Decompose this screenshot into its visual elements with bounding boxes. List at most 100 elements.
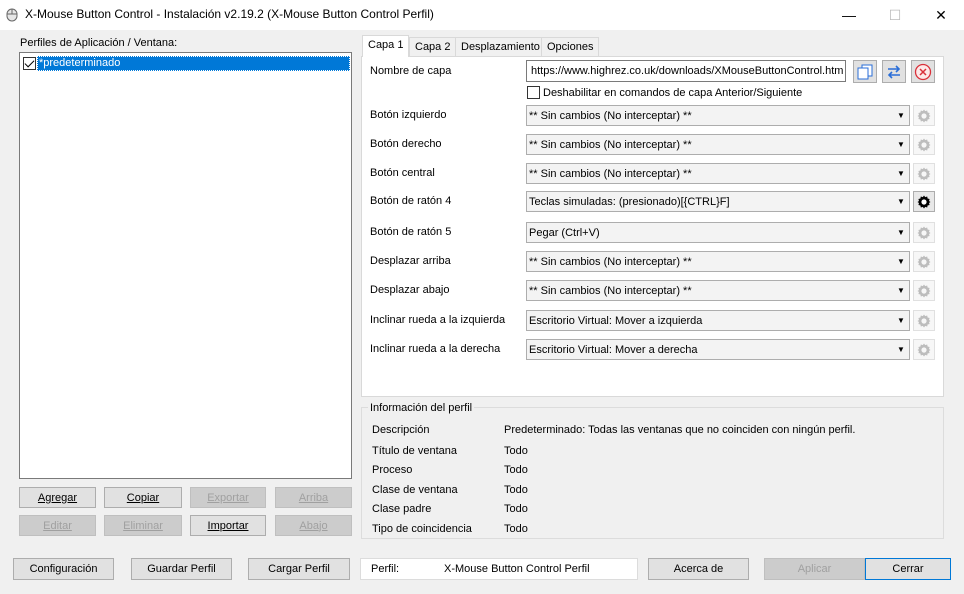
settings-gear-button[interactable] bbox=[913, 222, 935, 243]
cerrar-label: Cerrar bbox=[892, 563, 924, 575]
layer-name-input[interactable]: https://www.highrez.co.uk/downloads/XMou… bbox=[526, 60, 846, 82]
action-dropdown-value: Pegar (Ctrl+V) bbox=[529, 226, 600, 239]
action-dropdown[interactable]: ** Sin cambios (No interceptar) ** ▼ bbox=[526, 134, 910, 155]
aplicar-label: Aplicar bbox=[797, 563, 832, 575]
minimize-icon: — bbox=[842, 7, 856, 23]
chevron-down-icon: ▼ bbox=[897, 169, 905, 178]
window-title: X-Mouse Button Control - Instalación v2.… bbox=[25, 7, 434, 21]
agregar-button[interactable]: Agregar bbox=[19, 487, 96, 508]
tab-capa-2[interactable]: Capa 2 bbox=[409, 37, 457, 56]
settings-gear-button[interactable] bbox=[913, 339, 935, 360]
guardar-perfil-button[interactable]: Guardar Perfil bbox=[131, 558, 232, 580]
agregar-label: Agregar bbox=[37, 491, 78, 504]
row-label: Inclinar rueda a la izquierda bbox=[370, 314, 506, 326]
importar-label: Importar bbox=[207, 519, 249, 532]
disable-layer-commands-label: Deshabilitar en comandos de capa Anterio… bbox=[543, 86, 803, 99]
maximize-button: ☐ bbox=[872, 0, 918, 30]
settings-gear-button[interactable] bbox=[913, 251, 935, 272]
exportar-button[interactable]: Exportar bbox=[190, 487, 266, 508]
profile-checkbox[interactable] bbox=[23, 56, 36, 70]
tab-capa-1[interactable]: Capa 1 bbox=[362, 35, 410, 57]
chevron-down-icon: ▼ bbox=[897, 228, 905, 237]
swap-layers-button[interactable] bbox=[882, 60, 906, 83]
settings-gear-button[interactable] bbox=[913, 134, 935, 155]
action-dropdown[interactable]: Escritorio Virtual: Mover a derecha ▼ bbox=[526, 339, 910, 360]
info-label: Clase de ventana bbox=[372, 484, 458, 496]
action-dropdown-value: ** Sin cambios (No interceptar) ** bbox=[529, 138, 692, 151]
chevron-down-icon: ▼ bbox=[897, 111, 905, 120]
profile-label: *predeterminado bbox=[37, 55, 350, 71]
action-dropdown[interactable]: ** Sin cambios (No interceptar) ** ▼ bbox=[526, 280, 910, 301]
close-icon: ✕ bbox=[935, 6, 947, 23]
eliminar-button[interactable]: Eliminar bbox=[104, 515, 182, 536]
settings-gear-button[interactable] bbox=[913, 191, 935, 212]
gear-icon bbox=[916, 137, 932, 153]
gear-icon bbox=[916, 342, 932, 358]
settings-gear-button[interactable] bbox=[913, 163, 935, 184]
info-value: Todo bbox=[504, 523, 528, 535]
chevron-down-icon: ▼ bbox=[897, 257, 905, 266]
editar-label: Editar bbox=[43, 519, 72, 532]
copiar-button[interactable]: Copiar bbox=[104, 487, 182, 508]
action-dropdown-value: Escritorio Virtual: Mover a izquierda bbox=[529, 314, 703, 327]
action-dropdown[interactable]: Escritorio Virtual: Mover a izquierda ▼ bbox=[526, 310, 910, 331]
action-dropdown-value: ** Sin cambios (No interceptar) ** bbox=[529, 255, 692, 268]
copiar-label: Copiar bbox=[126, 491, 160, 504]
action-dropdown[interactable]: ** Sin cambios (No interceptar) ** ▼ bbox=[526, 163, 910, 184]
settings-gear-button[interactable] bbox=[913, 105, 935, 126]
configuracion-button[interactable]: Configuración bbox=[13, 558, 114, 580]
cargar-perfil-button[interactable]: Cargar Perfil bbox=[248, 558, 350, 580]
settings-gear-button[interactable] bbox=[913, 280, 935, 301]
layer-name-label: Nombre de capa bbox=[370, 65, 452, 77]
action-dropdown[interactable]: Pegar (Ctrl+V) ▼ bbox=[526, 222, 910, 243]
guardar-perfil-label: Guardar Perfil bbox=[147, 563, 216, 575]
aplicar-button[interactable]: Aplicar bbox=[764, 558, 865, 580]
list-item[interactable]: *predeterminado bbox=[21, 55, 350, 71]
row-label: Botón derecho bbox=[370, 138, 442, 150]
action-dropdown-value: ** Sin cambios (No interceptar) ** bbox=[529, 167, 692, 180]
gear-icon bbox=[916, 225, 932, 241]
exportar-label: Exportar bbox=[207, 491, 249, 504]
disable-layer-commands-checkbox[interactable]: Deshabilitar en comandos de capa Anterio… bbox=[527, 86, 802, 99]
settings-gear-button[interactable] bbox=[913, 310, 935, 331]
acerca-de-button[interactable]: Acerca de bbox=[648, 558, 749, 580]
info-value: Todo bbox=[504, 503, 528, 515]
editar-button[interactable]: Editar bbox=[19, 515, 96, 536]
perfil-value: X-Mouse Button Control Perfil bbox=[444, 563, 590, 575]
eliminar-label: Eliminar bbox=[123, 519, 163, 532]
action-dropdown[interactable]: ** Sin cambios (No interceptar) ** ▼ bbox=[526, 105, 910, 126]
action-dropdown[interactable]: ** Sin cambios (No interceptar) ** ▼ bbox=[526, 251, 910, 272]
arriba-label: Arriba bbox=[298, 491, 329, 504]
info-label: Tipo de coincidencia bbox=[372, 523, 472, 535]
info-label: Descripción bbox=[372, 424, 430, 436]
arriba-button[interactable]: Arriba bbox=[275, 487, 352, 508]
maximize-icon: ☐ bbox=[888, 6, 902, 23]
row-label: Botón de ratón 5 bbox=[370, 226, 452, 238]
row-label: Botón de ratón 4 bbox=[370, 195, 452, 207]
minimize-button[interactable]: — bbox=[826, 0, 872, 30]
action-dropdown[interactable]: Teclas simuladas: (presionado)[{CTRL}F] ▼ bbox=[526, 191, 910, 212]
gear-icon bbox=[916, 166, 932, 182]
importar-button[interactable]: Importar bbox=[190, 515, 266, 536]
gear-icon bbox=[916, 254, 932, 270]
tab-opciones[interactable]: Opciones bbox=[541, 37, 600, 56]
copy-layer-button[interactable] bbox=[853, 60, 877, 83]
gear-icon bbox=[916, 283, 932, 299]
close-window-button[interactable]: ✕ bbox=[918, 0, 964, 30]
info-label: Clase padre bbox=[372, 503, 432, 515]
info-label: Proceso bbox=[372, 464, 413, 476]
abajo-button[interactable]: Abajo bbox=[275, 515, 352, 536]
clear-layer-button[interactable] bbox=[911, 60, 935, 83]
checkbox-box[interactable] bbox=[527, 86, 540, 99]
chevron-down-icon: ▼ bbox=[897, 197, 905, 206]
info-value: Todo bbox=[504, 484, 528, 496]
cerrar-button[interactable]: Cerrar bbox=[865, 558, 951, 580]
info-value: Todo bbox=[504, 464, 528, 476]
profile-info-title: Información del perfil bbox=[368, 402, 475, 414]
profiles-list[interactable]: *predeterminado bbox=[19, 52, 352, 479]
gear-icon bbox=[916, 108, 932, 124]
configuracion-label: Configuración bbox=[29, 563, 98, 575]
action-dropdown-value: ** Sin cambios (No interceptar) ** bbox=[529, 284, 692, 297]
tab-desplazamiento[interactable]: Desplazamiento bbox=[455, 37, 546, 56]
row-label: Botón izquierdo bbox=[370, 109, 447, 121]
